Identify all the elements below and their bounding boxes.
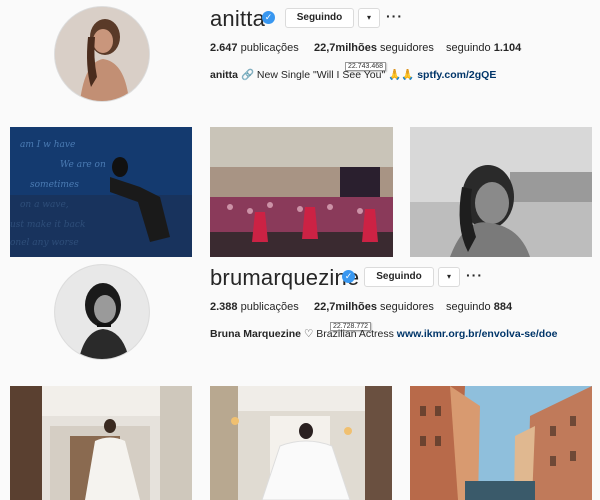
post-thumbnail[interactable]	[410, 127, 592, 257]
svg-text:We are on: We are on	[60, 160, 106, 170]
following-count[interactable]: seguindo 1.104	[446, 42, 521, 54]
followers-count[interactable]: 22,7milhões seguidores	[314, 301, 434, 313]
post-thumbnail[interactable]	[210, 127, 393, 257]
following-button[interactable]: Seguindo	[364, 267, 434, 287]
bio: Bruna Marquezine ♡ Brazilian Actress www…	[210, 328, 558, 340]
following-button[interactable]: Seguindo	[285, 8, 354, 28]
chevron-down-icon[interactable]: ▾	[438, 267, 460, 287]
username[interactable]: anitta	[210, 6, 265, 32]
bio-link[interactable]: www.ikmr.org.br/envolva-se/doe	[397, 328, 558, 340]
posts-count: 2.388 publicações	[210, 301, 299, 313]
verified-badge-icon: ✓	[262, 11, 275, 24]
posts-count: 2.647 publicações	[210, 42, 299, 54]
avatar[interactable]	[54, 6, 150, 102]
following-count[interactable]: seguindo 884	[446, 301, 512, 313]
svg-text:sometimes: sometimes	[30, 180, 79, 190]
more-options-icon[interactable]: ···	[386, 8, 403, 24]
followers-count[interactable]: 22,7milhões seguidores	[314, 42, 434, 54]
verified-badge-icon: ✓	[342, 270, 355, 283]
bio-link[interactable]: sptfy.com/2gQE	[417, 69, 496, 81]
bio: anitta 🔗 New Single "Will I See You" 🙏🙏 …	[210, 69, 497, 81]
avatar[interactable]	[54, 264, 150, 360]
more-options-icon[interactable]: ···	[466, 267, 483, 283]
post-thumbnail[interactable]	[210, 386, 392, 500]
username[interactable]: bruma​rquezine	[210, 265, 359, 291]
svg-text:am I w have: am I w have	[20, 140, 75, 150]
post-thumbnail[interactable]	[10, 386, 192, 500]
post-thumbnail[interactable]	[410, 386, 592, 500]
post-thumbnail[interactable]: am I w have We are on sometimes on a wav…	[10, 127, 192, 257]
chevron-down-icon[interactable]: ▾	[358, 8, 380, 28]
